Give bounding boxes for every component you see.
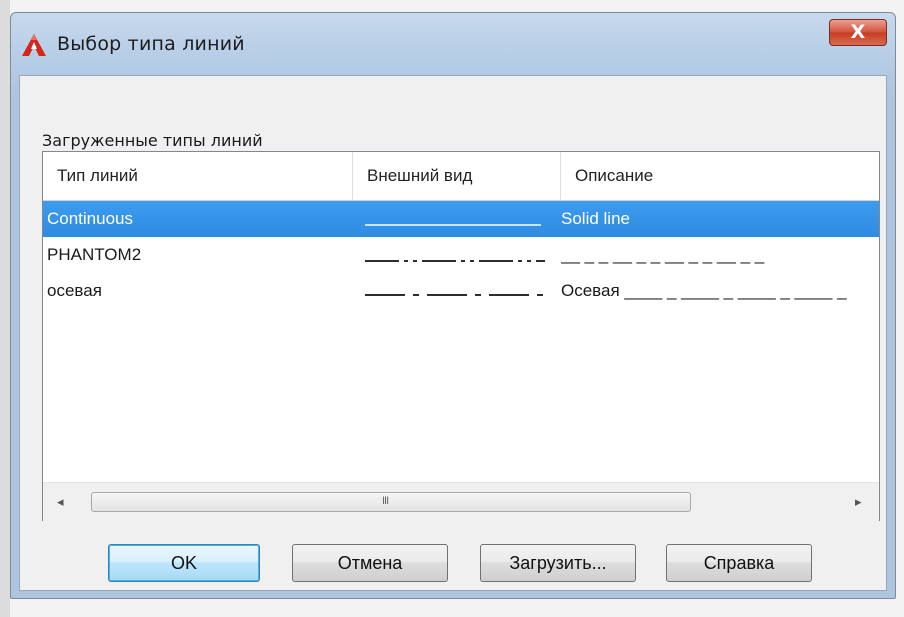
loaded-linetypes-label: Загруженные типы линий (42, 131, 263, 150)
scroll-right-icon[interactable]: ▸ (855, 494, 862, 510)
linetype-preview (365, 201, 561, 237)
linetype-description: __ _ _ __ _ _ __ _ _ __ _ _ (561, 245, 765, 264)
linetype-description: Осевая ____ _ ____ _ ____ _ ____ _ (561, 281, 847, 300)
column-header-appearance[interactable]: Внешний вид (353, 152, 561, 200)
cancel-button[interactable]: Отмена (292, 544, 448, 582)
column-header-description[interactable]: Описание (561, 152, 879, 200)
ok-button[interactable]: OK (108, 544, 260, 582)
close-button[interactable]: X (829, 19, 887, 46)
close-icon: X (850, 21, 866, 43)
linetype-preview (365, 237, 561, 273)
list-header: Тип линий Внешний вид Описание (43, 152, 879, 201)
column-header-linetype[interactable]: Тип линий (43, 152, 353, 200)
list-item[interactable]: PHANTOM2 __ _ _ __ _ _ __ _ _ __ _ _ (43, 237, 879, 273)
background-edge (0, 0, 10, 617)
dialog-window: Выбор типа линий X Загруженные типы лини… (10, 12, 896, 599)
linetype-name: PHANTOM2 (47, 245, 142, 264)
linetype-description: Solid line (561, 209, 630, 228)
horizontal-scrollbar[interactable]: ◂ III ▸ (43, 482, 879, 521)
linetype-name: Continuous (47, 209, 134, 228)
dialog-client-area: Загруженные типы линий Тип линий Внешний… (19, 75, 887, 591)
linetype-name: осевая (47, 281, 102, 300)
scroll-left-icon[interactable]: ◂ (57, 494, 64, 510)
scrollbar-grip: III (382, 495, 389, 507)
window-title: Выбор типа линий (57, 33, 245, 55)
list-item[interactable]: осевая Осевая ____ _ ____ _ ____ _ ____ … (43, 273, 879, 309)
autocad-a-icon (21, 33, 47, 57)
scrollbar-thumb[interactable]: III (91, 492, 691, 512)
help-button[interactable]: Справка (666, 544, 812, 582)
linetype-preview (365, 273, 561, 309)
linetypes-list[interactable]: Тип линий Внешний вид Описание Continuou… (42, 151, 880, 521)
load-button[interactable]: Загрузить... (480, 544, 636, 582)
list-item[interactable]: Continuous Solid line (43, 201, 879, 237)
